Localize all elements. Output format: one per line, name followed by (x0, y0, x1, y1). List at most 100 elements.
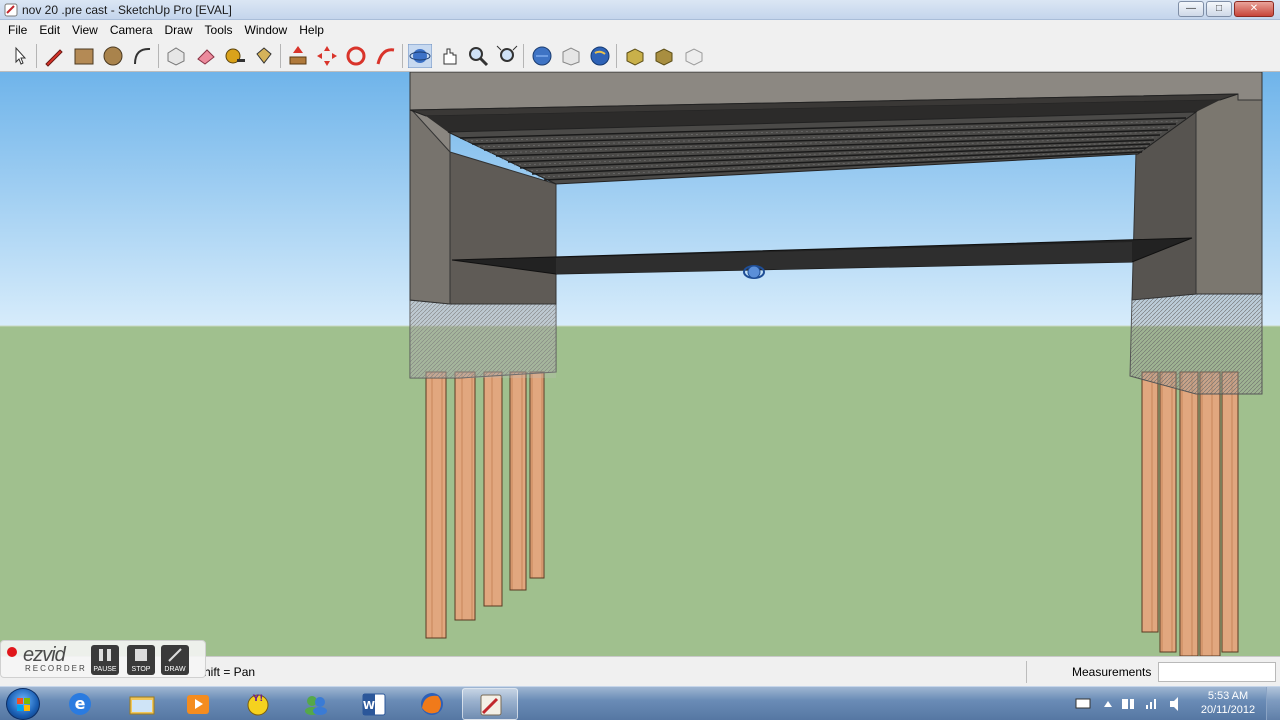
media-player-icon (187, 695, 209, 714)
rectangle-icon[interactable] (72, 44, 96, 68)
component-share-icon[interactable] (652, 44, 676, 68)
record-indicator-icon (7, 647, 17, 657)
toolbar-separator (402, 44, 403, 68)
close-button[interactable]: ✕ (1234, 1, 1274, 17)
main-toolbar (0, 40, 1280, 72)
paint-bucket-icon[interactable] (252, 44, 276, 68)
show-desktop-button[interactable] (1266, 687, 1280, 720)
sketchup-icon (480, 694, 502, 716)
taskbar-live-messenger[interactable] (288, 688, 344, 720)
explorer-icon (129, 696, 155, 715)
right-pile-group (1141, 371, 1239, 656)
tray-icons (1075, 697, 1178, 711)
svg-text:e: e (75, 694, 86, 713)
windows-taskbar: e Y! W 5:53 AM 20/11/2012 (0, 686, 1280, 720)
window-title: nov 20 .pre cast - SketchUp Pro [EVAL] (22, 3, 232, 17)
zoom-icon[interactable] (466, 44, 490, 68)
pause-label: PAUSE (93, 666, 117, 673)
stop-button[interactable]: STOP (127, 645, 155, 675)
follow-me-icon[interactable] (374, 44, 398, 68)
svg-text:W: W (363, 699, 375, 712)
pencil-icon[interactable] (42, 44, 66, 68)
share-model-icon[interactable] (559, 44, 583, 68)
menu-tools[interactable]: Tools (199, 23, 239, 37)
pan-icon[interactable] (437, 44, 461, 68)
taskbar-firefox[interactable] (404, 688, 460, 720)
viewport-canvas[interactable] (0, 72, 1280, 656)
network-icon (1146, 699, 1156, 709)
minimize-button[interactable]: — (1178, 1, 1204, 17)
menu-help[interactable]: Help (293, 23, 330, 37)
model-viewport[interactable] (0, 72, 1280, 656)
measurements-input[interactable] (1158, 662, 1276, 682)
maximize-button[interactable]: □ (1206, 1, 1232, 17)
ground (0, 326, 1280, 656)
clock-time: 5:53 AM (1207, 690, 1249, 702)
move-icon[interactable] (315, 44, 339, 68)
draw-icon (168, 648, 182, 662)
ezvid-recorder-widget: ezvid RECORDER PAUSE STOP DRAW (0, 640, 206, 678)
taskbar-word[interactable]: W (346, 688, 402, 720)
ie-icon: e (69, 693, 91, 715)
extension-icon[interactable] (682, 44, 706, 68)
measurements-label: Measurements (1072, 665, 1152, 679)
menu-bar: File Edit View Camera Draw Tools Window … (0, 20, 1280, 40)
pause-icon (99, 649, 111, 661)
left-pile-cap (409, 299, 557, 379)
status-divider (1026, 661, 1027, 683)
toolbar-separator (36, 44, 37, 68)
yahoo-messenger-icon: Y! (247, 694, 269, 716)
push-pull-icon[interactable] (286, 44, 310, 68)
pause-button[interactable]: PAUSE (91, 645, 119, 675)
power-icon (1122, 699, 1134, 709)
volume-icon (1170, 697, 1178, 711)
draw-label: DRAW (164, 666, 186, 673)
rotate-icon[interactable] (344, 44, 368, 68)
toolbar-separator (158, 44, 159, 68)
tape-measure-icon[interactable] (223, 44, 247, 68)
stop-label: STOP (131, 666, 151, 673)
title-bar: nov 20 .pre cast - SketchUp Pro [EVAL] —… (0, 0, 1280, 20)
google-earth-icon[interactable] (588, 44, 612, 68)
draw-button[interactable]: DRAW (161, 645, 189, 675)
taskbar-sketchup[interactable] (462, 688, 518, 720)
menu-window[interactable]: Window (239, 23, 294, 37)
svg-text:Y!: Y! (252, 694, 264, 704)
start-button[interactable] (6, 688, 40, 720)
taskbar-ie[interactable]: e (52, 688, 108, 720)
orbit-icon[interactable] (408, 44, 432, 68)
keyboard-icon (1075, 698, 1091, 709)
make-component-icon[interactable] (164, 44, 188, 68)
windows-logo-icon (17, 698, 30, 711)
taskbar-clock[interactable]: 5:53 AM 20/11/2012 (1196, 689, 1260, 717)
right-pile-cap (1129, 293, 1263, 395)
stop-icon (135, 649, 147, 661)
get-models-icon[interactable] (530, 44, 554, 68)
firefox-icon (421, 693, 443, 715)
menu-edit[interactable]: Edit (33, 23, 66, 37)
select-icon[interactable] (8, 44, 32, 68)
window-controls: — □ ✕ (1178, 1, 1274, 17)
windows-live-messenger-icon (305, 696, 327, 715)
taskbar-explorer[interactable] (114, 688, 170, 720)
zoom-extents-icon[interactable] (495, 44, 519, 68)
toolbar-separator (280, 44, 281, 68)
toolbar-separator (523, 44, 524, 68)
menu-camera[interactable]: Camera (104, 23, 159, 37)
arc-icon[interactable] (130, 44, 154, 68)
component-download-icon[interactable] (623, 44, 647, 68)
toolbar-separator (616, 44, 617, 68)
status-hint: hift = Pan (204, 665, 256, 679)
sketchup-app-icon (4, 3, 18, 17)
eraser-icon[interactable] (194, 44, 218, 68)
circle-icon[interactable] (101, 44, 125, 68)
taskbar-media-player[interactable] (170, 688, 226, 720)
show-hidden-icon (1104, 701, 1112, 707)
ezvid-logo-subtitle: RECORDER (25, 664, 87, 673)
menu-view[interactable]: View (66, 23, 104, 37)
word-icon: W (362, 693, 386, 716)
clock-date: 20/11/2012 (1200, 704, 1256, 716)
menu-draw[interactable]: Draw (159, 23, 199, 37)
menu-file[interactable]: File (2, 23, 33, 37)
taskbar-yahoo-messenger[interactable]: Y! (230, 688, 286, 720)
